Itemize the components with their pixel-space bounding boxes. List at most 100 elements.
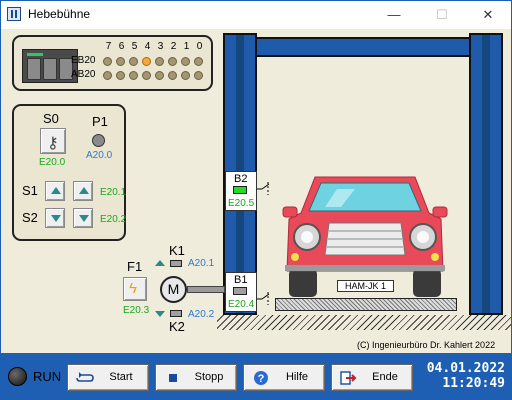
copyright-text: (C) Ingenieurbüro Dr. Kahlert 2022	[357, 340, 496, 350]
switch-symbol-b2	[257, 182, 270, 195]
motor: M	[160, 276, 187, 303]
s2-address: E20.2	[100, 214, 127, 225]
bit-led	[181, 71, 190, 80]
title-bar: Hebebühne — ☐ ✕	[1, 1, 511, 29]
close-button[interactable]: ✕	[465, 1, 511, 29]
ab20-label: AB20	[71, 69, 96, 80]
bit-led	[194, 57, 203, 66]
bit-led	[142, 57, 151, 66]
bit-led	[168, 57, 177, 66]
io-bit-panel: 7 6 5 4 3 2 1 0 EB20 AB20	[12, 35, 213, 91]
bit-led	[129, 71, 138, 80]
b2-label: B2	[234, 173, 248, 185]
k2-label: K2	[169, 319, 185, 334]
bit-number: 7	[105, 41, 112, 52]
bit-led	[194, 71, 203, 80]
bit-led	[103, 71, 112, 80]
end-button[interactable]: Ende	[331, 364, 413, 391]
s0-label: S0	[43, 111, 59, 126]
bit-led	[155, 57, 164, 66]
bit-number: 4	[144, 41, 151, 52]
start-label: Start	[109, 371, 133, 383]
lift-crossbeam	[255, 37, 471, 57]
k1-label: K1	[169, 243, 185, 258]
end-label: Ende	[372, 371, 398, 383]
date-text: 04.01.2022	[426, 361, 505, 376]
bit-number: 6	[118, 41, 125, 52]
bit-number: 5	[131, 41, 138, 52]
bit-number: 0	[196, 41, 203, 52]
stop-label: Stopp	[194, 371, 224, 383]
s2-down-button-right[interactable]	[73, 208, 93, 228]
p1-address: A20.0	[86, 150, 113, 161]
bit-number: 3	[157, 41, 164, 52]
s1-up-button-right[interactable]	[73, 181, 93, 201]
s2-down-button-left[interactable]	[45, 208, 65, 228]
p1-indicator-lamp	[92, 134, 105, 147]
s0-address: E20.0	[39, 157, 66, 168]
p1-label: P1	[92, 114, 108, 129]
b2-address: E20.5	[228, 198, 255, 209]
start-button[interactable]: Start	[67, 364, 149, 391]
bit-number: 2	[170, 41, 177, 52]
bit-number: 1	[183, 41, 190, 52]
time-text: 11:20:49	[442, 376, 505, 391]
k1-address: A20.1	[188, 258, 215, 269]
app-icon	[7, 7, 21, 21]
help-label: Hilfe	[285, 371, 308, 383]
b1-address: E20.4	[228, 299, 255, 310]
k2-down-arrow-icon	[155, 311, 165, 317]
bit-led	[116, 57, 125, 66]
minimize-button[interactable]: —	[371, 1, 417, 29]
license-plate: HAM-JK 1	[337, 280, 394, 292]
motor-shaft	[187, 286, 225, 293]
maximize-button[interactable]: ☐	[419, 1, 465, 29]
arrow-down-icon	[79, 215, 89, 222]
plc-icon	[22, 49, 78, 83]
arrow-down-icon	[51, 215, 61, 222]
bottom-toolbar: RUN Start Stopp ? Hilfe Ende 04.01.2022 …	[1, 353, 511, 399]
lightning-icon: ϟ	[129, 280, 137, 297]
stop-button[interactable]: Stopp	[155, 364, 237, 391]
window-title: Hebebühne	[28, 7, 91, 21]
k1-up-arrow-icon	[155, 260, 165, 266]
k2-address: A20.2	[188, 309, 215, 320]
arrow-up-icon	[51, 187, 61, 194]
k2-contactor	[170, 310, 182, 317]
sensor-b1: B1 E20.4	[225, 272, 257, 312]
bit-led	[103, 57, 112, 66]
app-window: Hebebühne — ☐ ✕ 7 6 5 4 3 2 1 0 EB20 AB2…	[0, 0, 512, 400]
datetime-display: 04.01.2022 11:20:49	[421, 361, 505, 391]
control-panel: S0 ⚷ E20.0 P1 A20.0 S1 E20.1 S2 E20.2	[12, 104, 126, 241]
bit-led	[168, 71, 177, 80]
s1-label: S1	[22, 183, 38, 198]
bit-led	[116, 71, 125, 80]
run-indicator	[8, 367, 27, 386]
b1-indicator	[233, 287, 247, 295]
help-button[interactable]: ? Hilfe	[243, 364, 325, 391]
f1-address: E20.3	[123, 305, 150, 316]
bit-led	[181, 57, 190, 66]
f1-label: F1	[127, 259, 143, 274]
f1-fault-button[interactable]: ϟ	[123, 277, 147, 301]
bit-led	[129, 57, 138, 66]
s2-label: S2	[22, 210, 38, 225]
key-icon: ⚷	[47, 135, 59, 152]
lift-column-right	[469, 33, 503, 315]
s0-key-button[interactable]: ⚷	[40, 128, 66, 154]
sensor-b2: B2 E20.5	[225, 171, 257, 211]
b2-indicator	[233, 186, 247, 194]
bit-led	[155, 71, 164, 80]
run-label: RUN	[33, 369, 62, 384]
bit-led	[142, 71, 151, 80]
ground-hatch	[217, 315, 511, 330]
switch-symbol-b1	[257, 292, 270, 305]
eb20-label: EB20	[71, 55, 96, 66]
s1-address: E20.1	[100, 187, 127, 198]
s1-up-button-left[interactable]	[45, 181, 65, 201]
plc-slot	[43, 58, 57, 80]
plc-slot	[27, 58, 41, 80]
arrow-up-icon	[79, 187, 89, 194]
k1-contactor	[170, 260, 182, 267]
b1-label: B1	[234, 274, 248, 286]
